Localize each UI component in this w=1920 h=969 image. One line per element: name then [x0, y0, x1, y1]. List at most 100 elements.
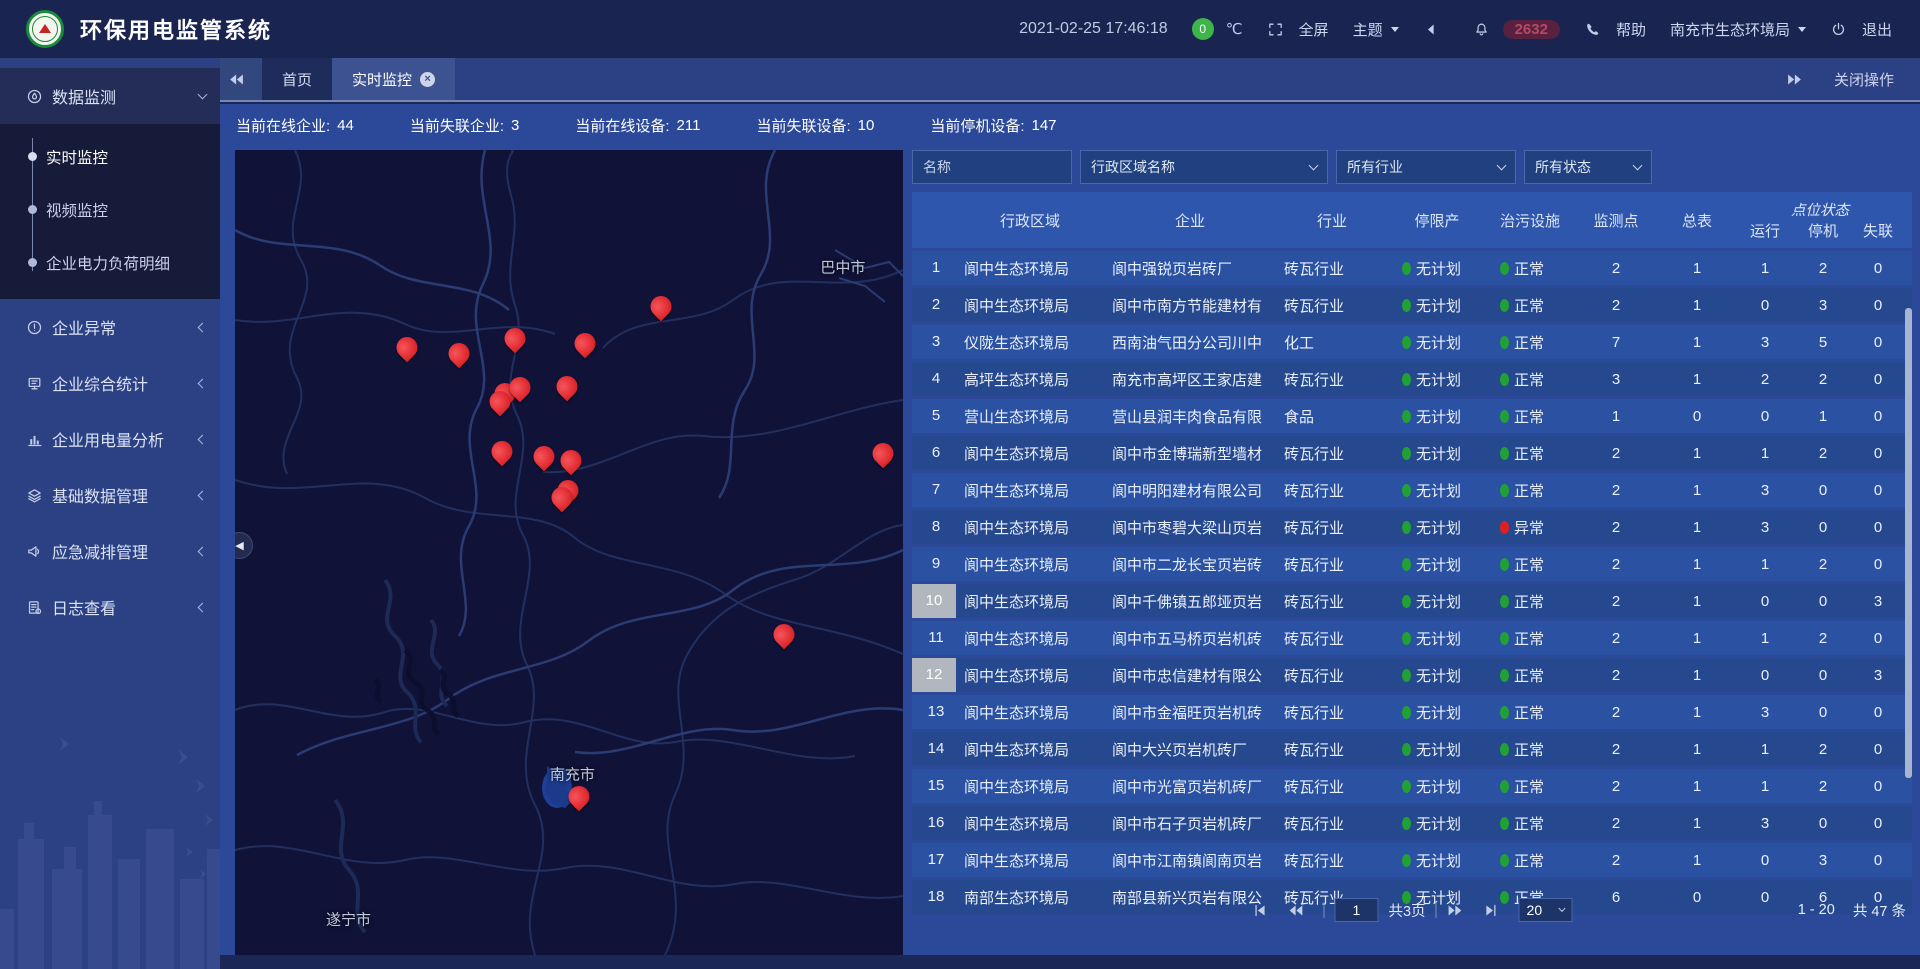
- sidebar-group-header[interactable]: 日志查看: [0, 579, 220, 635]
- cell-total-meters: 1: [1658, 556, 1736, 573]
- table-row[interactable]: 14 阆中生态环境局 阆中大兴页岩机砖厂 砖瓦行业 无计划 正常 2 1 1 2…: [912, 732, 1912, 766]
- sidebar: 数据监测 实时监控 视频监控 企业电力负荷明细 企业异常 企业综合统计: [0, 58, 220, 969]
- cell-industry: 砖瓦行业: [1276, 480, 1388, 501]
- user-org-menu[interactable]: 南充市生态环境局: [1670, 19, 1806, 40]
- cell-running: 1: [1736, 445, 1794, 462]
- filter-bar: 行政区域名称 所有行业 所有状态: [912, 150, 1912, 184]
- table-row[interactable]: 9 阆中生态环境局 阆中市二龙长宝页岩砖 砖瓦行业 无计划 正常 2 1 1 2…: [912, 547, 1912, 581]
- table-row[interactable]: 11 阆中生态环境局 阆中市五马桥页岩机砖 砖瓦行业 无计划 正常 2 1 1 …: [912, 621, 1912, 655]
- col-header-limit: 停限产: [1388, 192, 1486, 248]
- tab-close-icon[interactable]: ×: [420, 72, 435, 87]
- sidebar-menu: 数据监测 实时监控 视频监控 企业电力负荷明细 企业异常 企业综合统计: [0, 58, 220, 635]
- tabs-scroll-left-button[interactable]: [220, 58, 262, 100]
- table-row[interactable]: 13 阆中生态环境局 阆中市金福旺页岩机砖 砖瓦行业 无计划 正常 2 1 3 …: [912, 695, 1912, 729]
- table-scrollbar[interactable]: [1905, 308, 1912, 778]
- close-operations-button[interactable]: 关闭操作: [1834, 69, 1894, 90]
- tab[interactable]: 首页: [262, 58, 332, 100]
- table-row[interactable]: 7 阆中生态环境局 阆中明阳建材有限公司 砖瓦行业 无计划 正常 2 1 3 0…: [912, 473, 1912, 507]
- sidebar-group-header[interactable]: 企业综合统计: [0, 355, 220, 411]
- cell-limit-status: 无计划: [1388, 628, 1486, 649]
- cell-limit-status: 无计划: [1388, 554, 1486, 575]
- sidebar-subitem[interactable]: 企业电力负荷明细: [0, 236, 220, 289]
- status-dot-icon: [1402, 854, 1411, 867]
- table-row[interactable]: 15 阆中生态环境局 阆中市光富页岩机砖厂 砖瓦行业 无计划 正常 2 1 1 …: [912, 769, 1912, 803]
- tabs-scroll-right-button[interactable]: [1786, 71, 1812, 88]
- cell-total-meters: 1: [1658, 519, 1736, 536]
- row-number: 15: [918, 769, 954, 803]
- cell-region: 阆中生态环境局: [956, 443, 1104, 464]
- table-row[interactable]: 1 阆中生态环境局 阆中强锐页岩砖厂 砖瓦行业 无计划 正常 2 1 1 2 0: [912, 251, 1912, 285]
- status-dot-icon: [1500, 447, 1509, 460]
- next-page-icon: [1447, 902, 1464, 919]
- page-size-select[interactable]: 20: [1519, 898, 1573, 922]
- table-row[interactable]: 10 阆中生态环境局 阆中千佛镇五郎垭页岩 砖瓦行业 无计划 正常 2 1 0 …: [912, 584, 1912, 618]
- sidebar-group-header[interactable]: 应急减排管理: [0, 523, 220, 579]
- table-row[interactable]: 6 阆中生态环境局 阆中市金博瑞新型墙材 砖瓦行业 无计划 正常 2 1 1 2…: [912, 436, 1912, 470]
- prev-page-button[interactable]: [1287, 902, 1313, 919]
- stat-label: 当前失联企业:: [410, 115, 504, 136]
- cell-monitor-points: 7: [1574, 334, 1658, 351]
- sidebar-item-label: 日志查看: [52, 595, 199, 619]
- sidebar-group-header[interactable]: 基础数据管理: [0, 467, 220, 523]
- map-panel[interactable]: 巴中市 南充市 遂宁市 ◀: [235, 150, 903, 955]
- stat-value: 44: [337, 117, 354, 134]
- chevron-icon: [198, 602, 208, 612]
- status-dot-icon: [1500, 262, 1509, 275]
- table-row[interactable]: 4 高坪生态环境局 南充市高坪区王家店建 砖瓦行业 无计划 正常 3 1 2 2…: [912, 362, 1912, 396]
- status-select[interactable]: 所有状态: [1524, 150, 1652, 184]
- page-number-input[interactable]: [1334, 898, 1378, 922]
- last-page-button[interactable]: [1483, 902, 1509, 919]
- stat-item: 当前在线企业: 44: [236, 115, 354, 136]
- row-number: 17: [918, 843, 954, 877]
- notifications-button[interactable]: 2632: [1473, 20, 1560, 39]
- cell-industry: 砖瓦行业: [1276, 554, 1388, 575]
- cell-facility-status: 正常: [1486, 480, 1574, 501]
- status-dot-icon: [1402, 262, 1411, 275]
- pagination-bar: 共3页 20 1 - 20 共 47 条: [912, 895, 1912, 925]
- announcement-toggle[interactable]: [1423, 21, 1449, 38]
- table-row[interactable]: 8 阆中生态环境局 阆中市枣碧大梁山页岩 砖瓦行业 无计划 异常 2 1 3 0…: [912, 510, 1912, 544]
- sidebar-group-header[interactable]: 数据监测: [0, 68, 220, 124]
- cell-running: 0: [1736, 297, 1794, 314]
- cell-lost: 0: [1852, 519, 1904, 536]
- sidebar-group-header[interactable]: 企业异常: [0, 299, 220, 355]
- industry-select[interactable]: 所有行业: [1336, 150, 1516, 184]
- sidebar-group: 企业用电量分析: [0, 411, 220, 467]
- fullscreen-button[interactable]: 全屏: [1267, 19, 1329, 40]
- logout-button[interactable]: 退出: [1830, 19, 1892, 40]
- status-dot-icon: [1402, 632, 1411, 645]
- cell-company: 阆中市南方节能建材有: [1104, 295, 1276, 316]
- cell-running: 3: [1736, 815, 1794, 832]
- table-row[interactable]: 2 阆中生态环境局 阆中市南方节能建材有 砖瓦行业 无计划 正常 2 1 0 3…: [912, 288, 1912, 322]
- cell-stopped: 3: [1794, 852, 1852, 869]
- region-select[interactable]: 行政区域名称: [1080, 150, 1328, 184]
- table-row[interactable]: 5 营山生态环境局 营山县润丰肉食品有限 食品 无计划 正常 1 0 0 1 0: [912, 399, 1912, 433]
- cell-stopped: 0: [1794, 519, 1852, 536]
- stats-bar: 当前在线企业: 44 当前失联企业: 3 当前在线设备: 211 当前失联设备:…: [220, 104, 1920, 146]
- sidebar-item-label: 企业综合统计: [52, 371, 199, 395]
- sidebar-subitem[interactable]: 实时监控: [0, 130, 220, 183]
- bullet-dot-icon: [28, 152, 37, 161]
- cell-company: 阆中市石子页岩机砖厂: [1104, 813, 1276, 834]
- next-page-button[interactable]: [1447, 902, 1473, 919]
- help-button[interactable]: 帮助: [1584, 19, 1646, 40]
- sidebar-subitem[interactable]: 视频监控: [0, 183, 220, 236]
- table-row[interactable]: 3 仪陇生态环境局 西南油气田分公司川中 化工 无计划 正常 7 1 3 5 0: [912, 325, 1912, 359]
- first-page-button[interactable]: [1251, 902, 1277, 919]
- row-number: 14: [918, 732, 954, 766]
- table-row[interactable]: 16 阆中生态环境局 阆中市石子页岩机砖厂 砖瓦行业 无计划 正常 2 1 3 …: [912, 806, 1912, 840]
- status-dot-icon: [1500, 743, 1509, 756]
- sidebar-group: 应急减排管理: [0, 523, 220, 579]
- cell-industry: 砖瓦行业: [1276, 258, 1388, 279]
- table-row[interactable]: 17 阆中生态环境局 阆中市江南镇阆南页岩 砖瓦行业 无计划 正常 2 1 0 …: [912, 843, 1912, 877]
- name-search-input[interactable]: [912, 150, 1072, 184]
- table-row[interactable]: 12 阆中生态环境局 阆中市忠信建材有限公 砖瓦行业 无计划 正常 2 1 0 …: [912, 658, 1912, 692]
- bullet-dot-icon: [28, 258, 37, 267]
- tab[interactable]: 实时监控 ×: [332, 58, 455, 100]
- cell-region: 阆中生态环境局: [956, 702, 1104, 723]
- theme-menu[interactable]: 主题: [1353, 19, 1399, 40]
- row-number: 16: [918, 806, 954, 840]
- cell-running: 0: [1736, 852, 1794, 869]
- log-icon: [26, 599, 43, 616]
- sidebar-group-header[interactable]: 企业用电量分析: [0, 411, 220, 467]
